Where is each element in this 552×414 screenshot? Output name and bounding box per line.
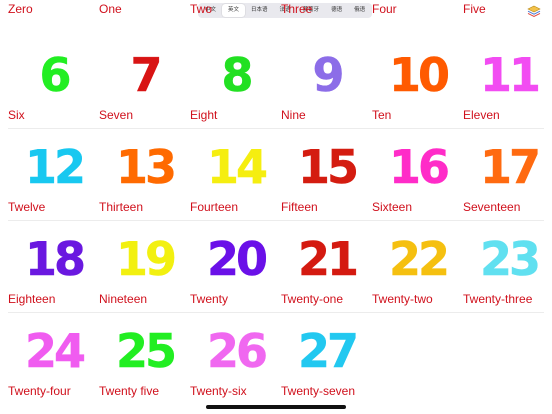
number-card[interactable]: 13 Thirteen: [99, 130, 191, 220]
number-digit: 25: [115, 324, 178, 379]
number-card[interactable]: 15 Fifteen: [281, 130, 373, 220]
number-digit: 21: [297, 232, 360, 287]
number-digit: 13: [115, 140, 178, 195]
number-digit: 19: [115, 232, 178, 287]
number-digit: 15: [297, 140, 360, 195]
number-word: Seventeen: [463, 200, 521, 214]
number-word: Twenty-four: [8, 384, 71, 398]
number-card[interactable]: 25 Twenty five: [99, 314, 191, 404]
number-card[interactable]: Four: [372, 0, 464, 22]
row-divider: [8, 128, 544, 129]
row-divider: [8, 220, 544, 221]
number-card[interactable]: 21 Twenty-one: [281, 222, 373, 312]
number-card[interactable]: Two: [190, 0, 282, 22]
number-digit: 22: [388, 232, 451, 287]
number-word: Fifteen: [281, 200, 318, 214]
number-word: Twelve: [8, 200, 46, 214]
number-card[interactable]: 6 Six: [8, 38, 100, 128]
number-digit: 10: [388, 48, 451, 103]
number-word: Twenty-one: [281, 292, 344, 306]
number-digit: 14: [206, 140, 269, 195]
number-word: Twenty-two: [372, 292, 433, 306]
number-card[interactable]: 8 Eight: [190, 38, 282, 128]
number-word: Three: [281, 2, 313, 16]
number-card[interactable]: 26 Twenty-six: [190, 314, 282, 404]
number-word: Twenty-seven: [281, 384, 356, 398]
number-card[interactable]: 9 Nine: [281, 38, 373, 128]
number-card[interactable]: 14 Fourteen: [190, 130, 282, 220]
number-card[interactable]: Five: [463, 0, 552, 22]
number-word: Six: [8, 108, 25, 122]
number-word: Twenty-three: [463, 292, 533, 306]
number-card[interactable]: 11 Eleven: [463, 38, 552, 128]
number-word: Eighteen: [8, 292, 56, 306]
number-word: Four: [372, 2, 397, 16]
number-word: Twenty-six: [190, 384, 247, 398]
number-digit: 23: [479, 232, 542, 287]
number-digit: 9: [312, 48, 345, 103]
number-word: Eight: [190, 108, 218, 122]
number-word: Sixteen: [372, 200, 413, 214]
number-word: Two: [190, 2, 213, 16]
number-word: Seven: [99, 108, 134, 122]
number-card[interactable]: 23 Twenty-three: [463, 222, 552, 312]
number-digit: 8: [221, 48, 254, 103]
number-word: Nineteen: [99, 292, 148, 306]
number-digit: 26: [206, 324, 269, 379]
number-card[interactable]: 7 Seven: [99, 38, 191, 128]
number-digit: 7: [130, 48, 163, 103]
number-word: Twenty: [190, 292, 229, 306]
number-card[interactable]: 16 Sixteen: [372, 130, 464, 220]
number-word: Five: [463, 2, 486, 16]
number-card[interactable]: One: [99, 0, 191, 22]
number-card[interactable]: 20 Twenty: [190, 222, 282, 312]
number-word: Zero: [8, 2, 33, 16]
number-digit: 24: [24, 324, 87, 379]
number-word: Ten: [372, 108, 392, 122]
number-digit: 16: [388, 140, 451, 195]
number-digit: 27: [297, 324, 360, 379]
number-card[interactable]: 22 Twenty-two: [372, 222, 464, 312]
number-digit: 17: [479, 140, 542, 195]
numbers-grid: Zero One Two Three Four Five 6 Six 7 Seven 8 Eight 9…: [0, 0, 552, 414]
number-card[interactable]: Zero: [8, 0, 100, 22]
number-word: Eleven: [463, 108, 500, 122]
number-card[interactable]: 24 Twenty-four: [8, 314, 100, 404]
number-digit: 18: [24, 232, 87, 287]
number-word: Nine: [281, 108, 306, 122]
number-card[interactable]: Three: [281, 0, 373, 22]
row-divider: [8, 312, 544, 313]
number-card[interactable]: 18 Eighteen: [8, 222, 100, 312]
number-card[interactable]: 27 Twenty-seven: [281, 314, 373, 404]
number-card[interactable]: 17 Seventeen: [463, 130, 552, 220]
number-card[interactable]: 19 Nineteen: [99, 222, 191, 312]
number-word: One: [99, 2, 122, 16]
number-word: Fourteen: [190, 200, 239, 214]
home-indicator: [206, 405, 346, 409]
number-word: Twenty five: [99, 384, 160, 398]
number-digit: 11: [479, 48, 542, 103]
number-card[interactable]: 10 Ten: [372, 38, 464, 128]
number-digit: 12: [24, 140, 87, 195]
number-card[interactable]: 12 Twelve: [8, 130, 100, 220]
number-digit: 20: [206, 232, 269, 287]
number-digit: 6: [39, 48, 72, 103]
number-word: Thirteen: [99, 200, 144, 214]
